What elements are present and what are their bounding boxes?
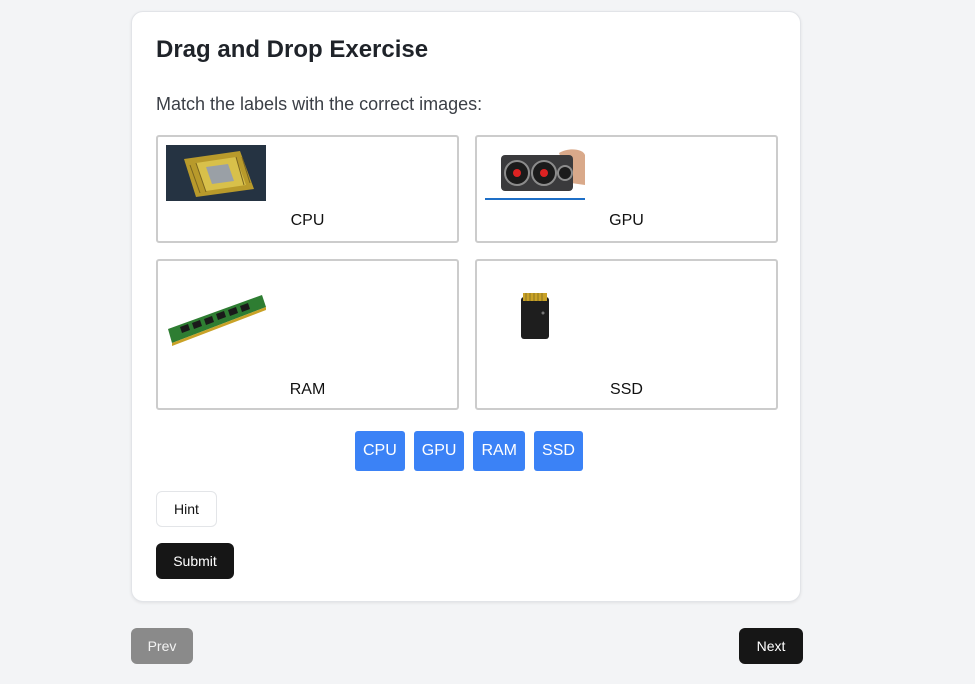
next-button[interactable]: Next [739,628,803,664]
page-title: Drag and Drop Exercise [156,36,429,63]
dropzone-label: CPU [290,212,325,229]
ram-image [168,295,266,346]
draggable-chip-cpu[interactable]: CPU [355,431,405,471]
submit-button[interactable]: Submit [156,543,234,579]
dropzone-gpu[interactable]: GPU [475,135,778,243]
hint-button[interactable]: Hint [156,491,217,527]
ssd-image [521,293,549,339]
dropzone-cpu[interactable]: CPU [156,135,459,243]
dropzone-ram[interactable]: RAM [156,259,459,410]
exercise-card: Drag and Drop Exercise Match the labels … [131,11,801,602]
draggable-labels: CPU GPU RAM SSD [355,431,583,471]
draggable-chip-gpu[interactable]: GPU [413,431,465,471]
gpu-image [485,145,585,201]
cpu-image [166,145,266,201]
dropzone-label: SSD [610,381,643,398]
draggable-chip-ssd[interactable]: SSD [534,431,583,471]
dropzone-label: GPU [609,212,644,229]
instruction-text: Match the labels with the correct images… [156,94,483,114]
prev-button[interactable]: Prev [131,628,193,664]
dropzone-label: RAM [289,381,326,398]
dropzone-ssd[interactable]: SSD [475,259,778,410]
draggable-chip-ram[interactable]: RAM [473,431,526,471]
